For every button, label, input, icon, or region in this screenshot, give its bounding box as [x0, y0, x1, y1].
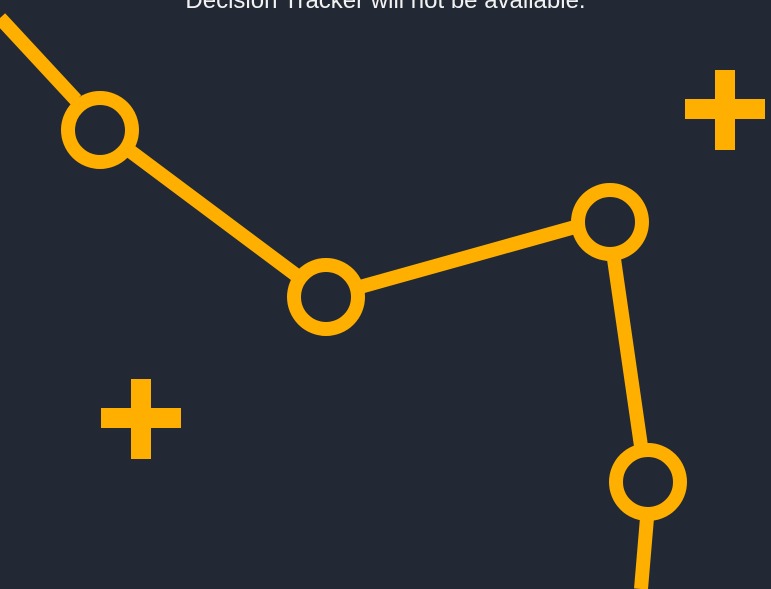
unavailable-screen: Decision Tracker will not be available. — [0, 0, 771, 589]
timeline-node — [61, 91, 139, 169]
timeline-path-icon — [0, 13, 687, 589]
timeline-illustration — [0, 13, 765, 589]
timeline-node — [571, 183, 649, 261]
plus-icon — [101, 379, 181, 459]
timeline-segment — [634, 517, 654, 589]
timeline-segment — [121, 142, 301, 281]
timeline-node — [287, 258, 365, 336]
plus-icon — [685, 70, 765, 150]
timeline-segment — [358, 220, 577, 294]
timeline-node — [609, 443, 687, 521]
timeline-segment — [0, 13, 82, 105]
timeline-segment — [607, 257, 648, 448]
